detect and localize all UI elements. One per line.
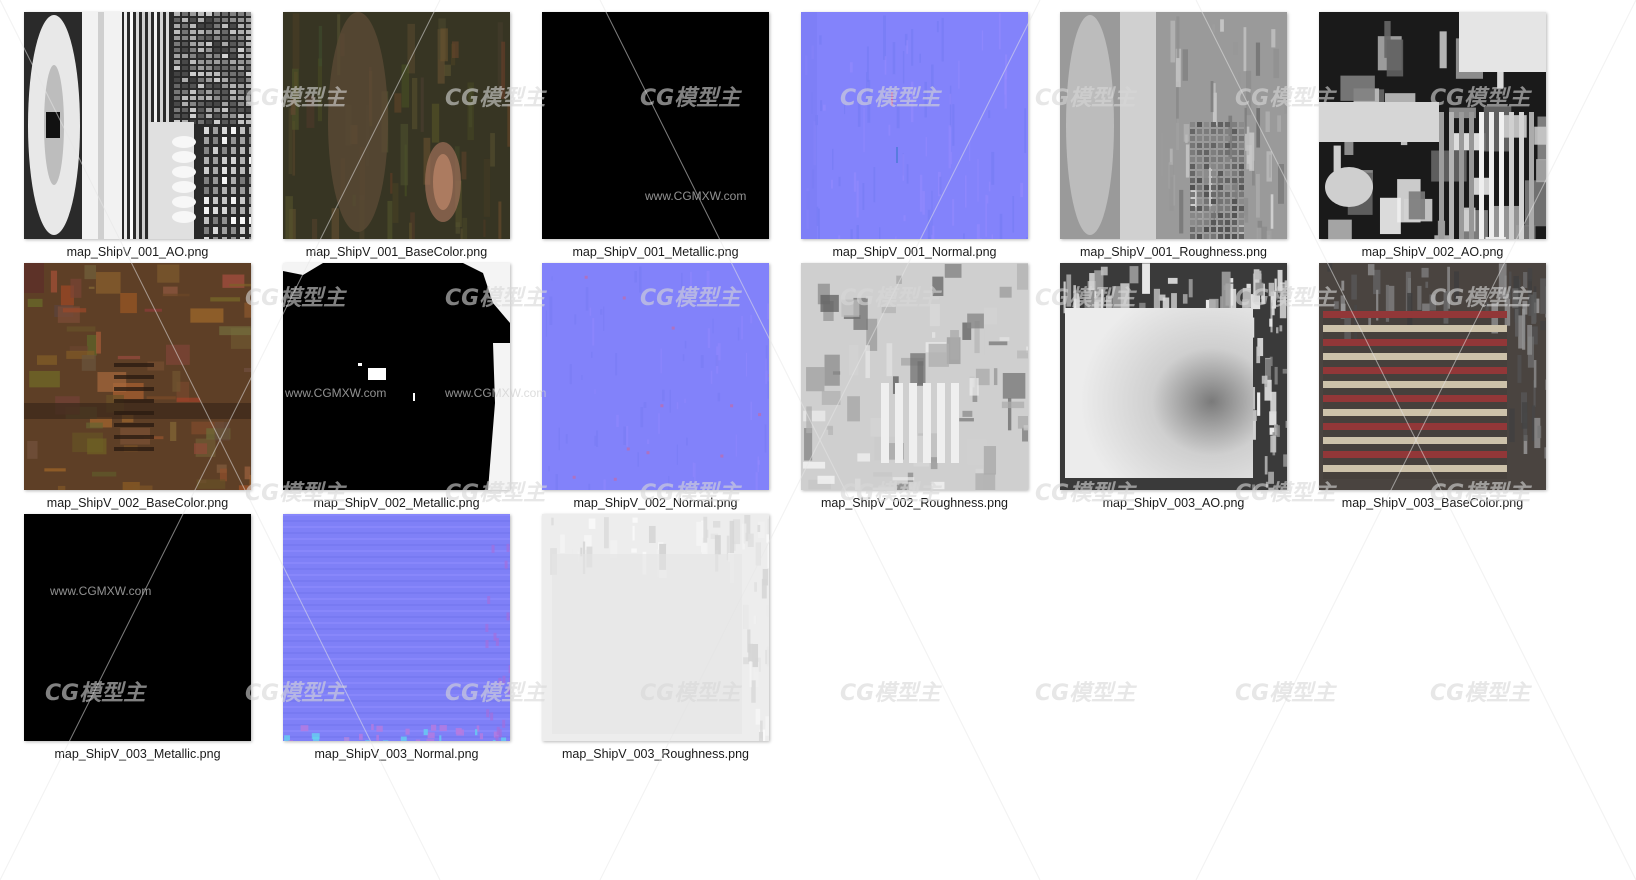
texture-image xyxy=(283,12,510,239)
file-name[interactable]: map_ShipV_001_BaseColor.png xyxy=(273,245,520,259)
file-thumbnail-grid: map_ShipV_001_AO.png map_ShipV_001_BaseC… xyxy=(0,0,1636,880)
texture-image xyxy=(801,12,1028,239)
texture-thumbnail[interactable] xyxy=(1319,12,1546,239)
texture-image xyxy=(542,12,769,239)
file-tile[interactable]: map_ShipV_002_Normal.png xyxy=(542,263,769,521)
file-name[interactable]: map_ShipV_003_AO.png xyxy=(1050,496,1297,510)
texture-image xyxy=(283,263,510,490)
file-name[interactable]: map_ShipV_001_Metallic.png xyxy=(532,245,779,259)
file-tile[interactable]: map_ShipV_002_Metallic.png xyxy=(283,263,510,521)
texture-image xyxy=(542,514,769,741)
file-tile[interactable]: map_ShipV_001_AO.png xyxy=(24,12,251,270)
texture-thumbnail[interactable] xyxy=(1319,263,1546,490)
texture-thumbnail[interactable] xyxy=(542,12,769,239)
texture-thumbnail[interactable] xyxy=(24,263,251,490)
file-name[interactable]: map_ShipV_002_Roughness.png xyxy=(791,496,1038,510)
file-name[interactable]: map_ShipV_001_Normal.png xyxy=(791,245,1038,259)
file-tile[interactable]: map_ShipV_003_BaseColor.png xyxy=(1319,263,1546,521)
texture-image xyxy=(542,263,769,490)
texture-thumbnail[interactable] xyxy=(1060,12,1287,239)
file-tile[interactable]: map_ShipV_003_Roughness.png xyxy=(542,514,769,772)
file-name[interactable]: map_ShipV_002_AO.png xyxy=(1309,245,1556,259)
texture-thumbnail[interactable] xyxy=(801,263,1028,490)
file-name[interactable]: map_ShipV_003_Roughness.png xyxy=(532,747,779,761)
texture-image xyxy=(24,514,251,741)
file-name[interactable]: map_ShipV_003_Metallic.png xyxy=(14,747,261,761)
file-tile[interactable]: map_ShipV_001_BaseColor.png xyxy=(283,12,510,270)
texture-image xyxy=(283,514,510,741)
texture-thumbnail[interactable] xyxy=(283,263,510,490)
texture-image xyxy=(1060,12,1287,239)
file-tile[interactable]: map_ShipV_003_Metallic.png xyxy=(24,514,251,772)
file-tile[interactable]: map_ShipV_001_Roughness.png xyxy=(1060,12,1287,270)
file-tile[interactable]: map_ShipV_003_Normal.png xyxy=(283,514,510,772)
file-name[interactable]: map_ShipV_002_Normal.png xyxy=(532,496,779,510)
file-name[interactable]: map_ShipV_001_AO.png xyxy=(14,245,261,259)
texture-image xyxy=(24,263,251,490)
file-tile[interactable]: map_ShipV_002_AO.png xyxy=(1319,12,1546,270)
texture-thumbnail[interactable] xyxy=(1060,263,1287,490)
file-tile[interactable]: map_ShipV_002_BaseColor.png xyxy=(24,263,251,521)
file-name[interactable]: map_ShipV_003_Normal.png xyxy=(273,747,520,761)
file-tile[interactable]: map_ShipV_001_Metallic.png xyxy=(542,12,769,270)
texture-thumbnail[interactable] xyxy=(24,514,251,741)
texture-thumbnail[interactable] xyxy=(801,12,1028,239)
file-tile[interactable]: map_ShipV_003_AO.png xyxy=(1060,263,1287,521)
texture-image xyxy=(1060,263,1287,490)
texture-thumbnail[interactable] xyxy=(283,514,510,741)
texture-thumbnail[interactable] xyxy=(542,514,769,741)
file-tile[interactable]: map_ShipV_001_Normal.png xyxy=(801,12,1028,270)
file-tile[interactable]: map_ShipV_002_Roughness.png xyxy=(801,263,1028,521)
texture-thumbnail[interactable] xyxy=(542,263,769,490)
texture-image xyxy=(801,263,1028,490)
texture-thumbnail[interactable] xyxy=(283,12,510,239)
texture-image xyxy=(24,12,251,239)
texture-image xyxy=(1319,12,1546,239)
texture-image xyxy=(1319,263,1546,490)
texture-thumbnail[interactable] xyxy=(24,12,251,239)
file-name[interactable]: map_ShipV_003_BaseColor.png xyxy=(1309,496,1556,510)
file-name[interactable]: map_ShipV_001_Roughness.png xyxy=(1050,245,1297,259)
file-name[interactable]: map_ShipV_002_Metallic.png xyxy=(273,496,520,510)
file-name[interactable]: map_ShipV_002_BaseColor.png xyxy=(14,496,261,510)
